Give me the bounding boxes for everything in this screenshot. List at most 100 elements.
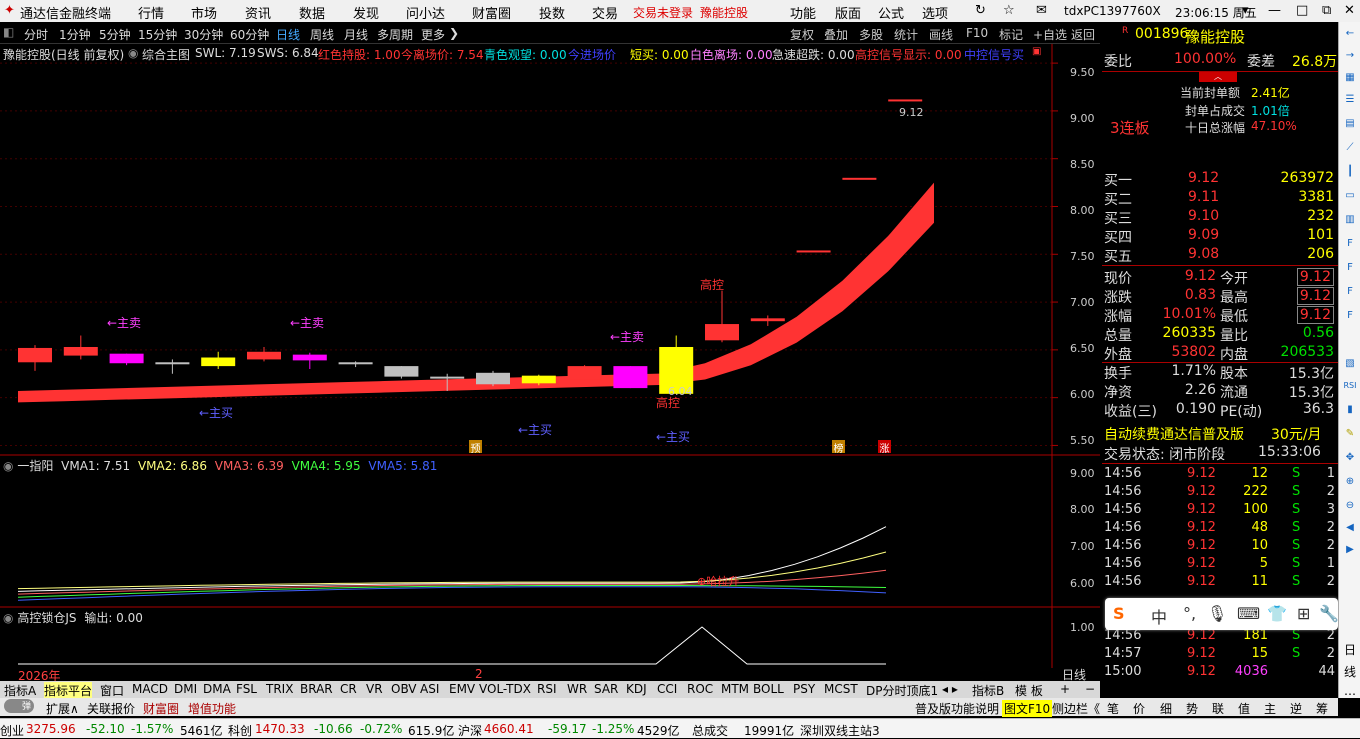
table-icon[interactable]: ▥ — [1342, 212, 1358, 228]
sogou-logo-icon[interactable]: S — [1113, 604, 1125, 623]
idx1-name[interactable]: 创业 — [0, 722, 24, 739]
period-daily[interactable]: 日线 — [276, 26, 300, 43]
indicator-tab[interactable]: 窗口 — [100, 682, 124, 699]
close-icon[interactable]: ✕ — [1344, 3, 1355, 18]
indicator-tab[interactable]: 指标B — [972, 682, 1004, 699]
tab-f10[interactable]: 图文F10 — [1002, 700, 1053, 717]
candle-icon[interactable]: ┃ — [1342, 164, 1358, 180]
indicator-formula[interactable]: 综合主图 — [142, 46, 190, 63]
period-weekly[interactable]: 周线 — [310, 26, 334, 43]
list-icon[interactable]: ☰ — [1342, 92, 1358, 108]
forward-icon[interactable]: → — [1342, 48, 1358, 64]
refresh-icon[interactable]: ↻ — [975, 3, 986, 18]
panel-toggle-icon[interactable]: ◧ — [3, 25, 14, 39]
ime-punct-icon[interactable]: °, — [1183, 604, 1196, 623]
fn2-icon[interactable]: F — [1342, 260, 1358, 276]
add-tab-icon[interactable]: + — [1060, 682, 1070, 696]
dropdown-icon[interactable]: ▾ — [1242, 3, 1249, 18]
indicator-tab[interactable]: MACD — [132, 682, 168, 696]
tab-extend[interactable]: 扩展∧ — [46, 700, 79, 717]
indicator-tab[interactable]: PSY — [793, 682, 815, 696]
period-multi[interactable]: 多周期 — [377, 26, 413, 43]
ctl-duogu[interactable]: 多股 — [859, 26, 883, 43]
indicator-tab[interactable]: VR — [366, 682, 383, 696]
indicator-tab[interactable]: VOL-TDX — [479, 682, 531, 696]
indicator-tab[interactable]: DP分时顶底1 — [866, 682, 938, 699]
collapse-icon[interactable]: ▣ — [1032, 46, 1041, 57]
tab-related-quote[interactable]: 关联报价 — [87, 700, 135, 717]
tab-wealth[interactable]: 财富圈 — [143, 700, 179, 717]
formula-icon[interactable]: ◉ — [128, 46, 138, 60]
menu-gongneng[interactable]: 功能 — [790, 3, 816, 22]
pencil-icon[interactable]: ✎ — [1342, 426, 1358, 442]
menu-hangqing[interactable]: 行情 — [138, 3, 164, 22]
indicator-tab[interactable]: RSI — [537, 682, 557, 696]
grid-icon[interactable]: ▦ — [1342, 70, 1358, 86]
ctl-tongji[interactable]: 统计 — [894, 26, 918, 43]
period-15min[interactable]: 15分钟 — [138, 26, 177, 43]
login-status[interactable]: 交易未登录 — [633, 4, 693, 21]
indicator-tab[interactable]: DMA — [203, 682, 231, 696]
minimize-icon[interactable]: — — [1268, 3, 1281, 18]
back-icon[interactable]: ← — [1342, 26, 1358, 42]
bid-row[interactable]: 买一 9.12 263972 — [1102, 169, 1338, 189]
tab-bi[interactable]: 笔 — [1107, 700, 1119, 717]
chart-icon[interactable]: ▧ — [1342, 356, 1358, 372]
share-icon[interactable]: ☆ — [1003, 3, 1015, 18]
tab-value-added[interactable]: 增值功能 — [188, 700, 236, 717]
side-line[interactable]: 线 — [1342, 664, 1358, 680]
message-icon[interactable]: ✉ — [1036, 3, 1047, 18]
zoom-out-icon[interactable]: ⊖ — [1342, 498, 1358, 514]
menu-shichang[interactable]: 市场 — [191, 3, 217, 22]
menu-zixun[interactable]: 资讯 — [245, 3, 271, 22]
tab-func-desc[interactable]: 普及版功能说明 — [915, 700, 999, 717]
tab-jia[interactable]: 价 — [1133, 700, 1145, 717]
menu-caifuquan[interactable]: 财富圈 — [472, 3, 511, 22]
tab-shi[interactable]: 势 — [1186, 700, 1198, 717]
vma-toggle-icon[interactable]: ◉ — [3, 459, 13, 473]
bid-row[interactable]: 买二 9.11 3381 — [1102, 188, 1338, 208]
indicator-tab[interactable]: CCI — [657, 682, 677, 696]
side-more[interactable]: ⋯ — [1342, 686, 1358, 702]
move-icon[interactable]: ✥ — [1342, 450, 1358, 466]
ctl-fuquan[interactable]: 复权 — [790, 26, 814, 43]
fn1-icon[interactable]: F — [1342, 236, 1358, 252]
tab-sidebar[interactable]: 侧边栏《 — [1052, 700, 1100, 717]
ctl-huaxian[interactable]: 画线 — [929, 26, 953, 43]
menu-xuanxiang[interactable]: 选项 — [922, 3, 948, 22]
indicator-tab[interactable]: CR — [340, 682, 357, 696]
window-icon[interactable]: ▭ — [1342, 188, 1358, 204]
indicator-tab[interactable]: OBV — [391, 682, 417, 696]
indicator-tab[interactable]: SAR — [594, 682, 618, 696]
indicator-tab[interactable]: MTM — [721, 682, 749, 696]
menu-shuju[interactable]: 数据 — [299, 3, 325, 22]
tab-ni[interactable]: 逆 — [1290, 700, 1302, 717]
tag-pre[interactable]: 预 — [469, 440, 482, 455]
ctl-biaoji[interactable]: 标记 — [999, 26, 1023, 43]
tab-zhi[interactable]: 值 — [1238, 700, 1250, 717]
indicator-tab[interactable]: BOLL — [753, 682, 784, 696]
ad-text[interactable]: 自动续费通达信普及版 — [1104, 424, 1244, 444]
period-5min[interactable]: 5分钟 — [99, 26, 131, 43]
indicator-tab[interactable]: BRAR — [300, 682, 333, 696]
vma-name[interactable]: 一指阳 — [17, 459, 53, 473]
ime-toolbar[interactable]: S 中 °, 🎙 ⌨ 👕 ⊞ 🔧 — [1105, 598, 1339, 630]
indicator-tab[interactable]: ASI — [420, 682, 439, 696]
bid-row[interactable]: 买五 9.08 206 — [1102, 245, 1338, 265]
indicator-tab[interactable]: 指标A — [4, 682, 36, 699]
tab-chou[interactable]: 筹 — [1316, 700, 1328, 717]
period-more[interactable]: 更多 — [421, 26, 445, 43]
bars-icon[interactable]: ▮ — [1342, 402, 1358, 418]
toggle-switch[interactable]: 弹 — [4, 699, 34, 713]
ctl-diejia[interactable]: 叠加 — [824, 26, 848, 43]
indicator-tab[interactable]: 模 板 — [1015, 682, 1043, 699]
menu-gongshi[interactable]: 公式 — [878, 3, 904, 22]
fn3-icon[interactable]: F — [1342, 284, 1358, 300]
menu-stock-name[interactable]: 豫能控股 — [700, 4, 748, 21]
kline-chart[interactable] — [0, 44, 1100, 668]
arrow-right-icon[interactable]: ▶ — [1342, 542, 1358, 558]
ctl-f10[interactable]: F10 — [966, 26, 988, 40]
indicator-tab[interactable]: ROC — [687, 682, 713, 696]
menu-banmian[interactable]: 版面 — [835, 3, 861, 22]
idx2-name[interactable]: 科创 — [228, 722, 252, 739]
